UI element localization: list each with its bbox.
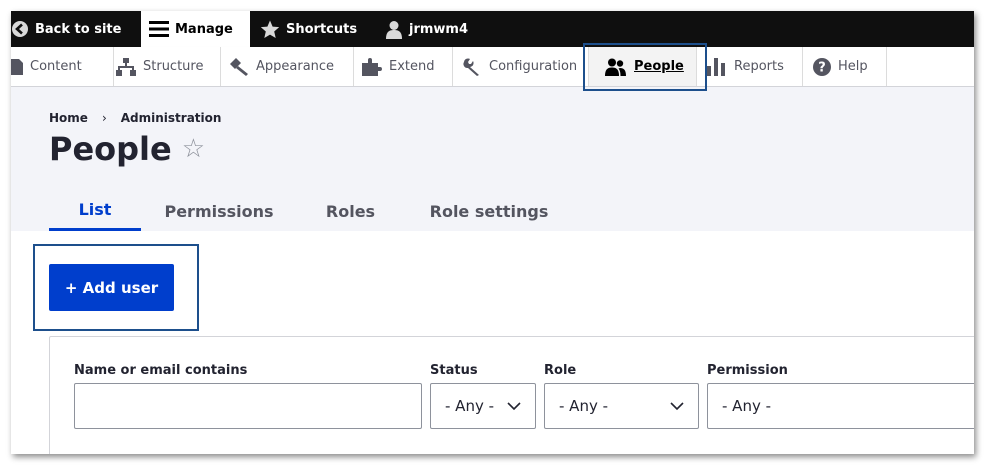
- add-user-button[interactable]: + Add user: [49, 264, 174, 311]
- wrench-icon: [462, 57, 482, 76]
- breadcrumb: Home › Administration: [49, 111, 221, 125]
- bar-chart-icon: [707, 57, 727, 76]
- tray-item-structure[interactable]: Structure: [114, 47, 221, 86]
- status-filter-label: Status: [430, 363, 478, 378]
- sitemap-icon: [116, 57, 136, 76]
- paintbrush-icon: [229, 57, 249, 76]
- chevron-down-icon: [507, 398, 521, 418]
- tab-list[interactable]: List: [49, 191, 141, 231]
- back-to-site-label: Back to site: [35, 21, 122, 37]
- favorite-star-icon[interactable]: ☆: [182, 134, 205, 164]
- svg-text:?: ?: [818, 60, 826, 75]
- breadcrumb-administration[interactable]: Administration: [121, 111, 222, 125]
- document-icon: [11, 58, 23, 75]
- page-header: Home › Administration People ☆ List Perm…: [11, 87, 974, 231]
- tray-item-extend[interactable]: Extend: [354, 47, 453, 86]
- manage-label: Manage: [175, 21, 233, 37]
- admin-tray: Content Structure Appearance Extend Conf…: [11, 47, 974, 87]
- chevron-down-icon: [670, 398, 684, 418]
- status-select-value: - Any -: [445, 397, 495, 415]
- tray-item-label: Extend: [389, 59, 435, 74]
- permission-select-value: - Any -: [722, 397, 772, 415]
- tray-item-label: Appearance: [256, 59, 335, 74]
- tray-item-label: Configuration: [489, 59, 578, 74]
- tray-item-label: Content: [30, 59, 82, 74]
- tray-item-configuration[interactable]: Configuration: [453, 47, 589, 86]
- tray-item-help[interactable]: ? Help: [803, 47, 887, 86]
- page-title: People ☆: [49, 130, 205, 168]
- hamburger-icon: [149, 20, 169, 38]
- status-select[interactable]: - Any -: [430, 383, 536, 429]
- tray-item-reports[interactable]: Reports: [697, 47, 803, 86]
- tray-item-appearance[interactable]: Appearance: [221, 47, 354, 86]
- admin-toolbar: Back to site Manage Shortcuts jrmwm4: [11, 11, 974, 47]
- tab-roles[interactable]: Roles: [297, 191, 404, 231]
- role-select-value: - Any -: [559, 397, 609, 415]
- tray-item-label: Reports: [734, 59, 784, 74]
- browser-frame: Back to site Manage Shortcuts jrmwm4 Con…: [11, 11, 974, 454]
- role-select[interactable]: - Any -: [544, 383, 699, 429]
- puzzle-icon: [362, 57, 382, 76]
- permission-select[interactable]: - Any -: [707, 383, 974, 429]
- star-icon: [260, 20, 280, 39]
- tray-item-label: People: [634, 59, 684, 74]
- back-to-site-link[interactable]: Back to site: [11, 11, 139, 47]
- user-icon: [385, 20, 403, 39]
- page-title-text: People: [49, 130, 172, 168]
- user-tab[interactable]: jrmwm4: [385, 11, 468, 47]
- help-icon: ?: [813, 57, 831, 76]
- tray-item-label: Help: [838, 59, 868, 74]
- tray-item-content[interactable]: Content: [11, 47, 114, 86]
- tabs: List Permissions Roles Role settings: [49, 191, 574, 231]
- manage-tab[interactable]: Manage: [141, 11, 250, 47]
- breadcrumb-separator: ›: [101, 111, 107, 125]
- breadcrumb-home[interactable]: Home: [49, 111, 88, 125]
- tray-item-people[interactable]: People: [589, 47, 697, 86]
- shortcuts-label: Shortcuts: [286, 21, 358, 37]
- shortcuts-tab[interactable]: Shortcuts: [260, 11, 357, 47]
- user-label: jrmwm4: [409, 21, 469, 37]
- role-filter-label: Role: [544, 363, 577, 378]
- permission-filter-label: Permission: [707, 363, 788, 378]
- back-arrow-icon: [11, 20, 29, 38]
- name-or-email-input[interactable]: [74, 383, 422, 429]
- people-icon: [605, 58, 627, 76]
- tab-permissions[interactable]: Permissions: [141, 191, 297, 231]
- tab-role-settings[interactable]: Role settings: [404, 191, 574, 231]
- name-filter-label: Name or email contains: [74, 363, 248, 378]
- tray-item-label: Structure: [143, 59, 204, 74]
